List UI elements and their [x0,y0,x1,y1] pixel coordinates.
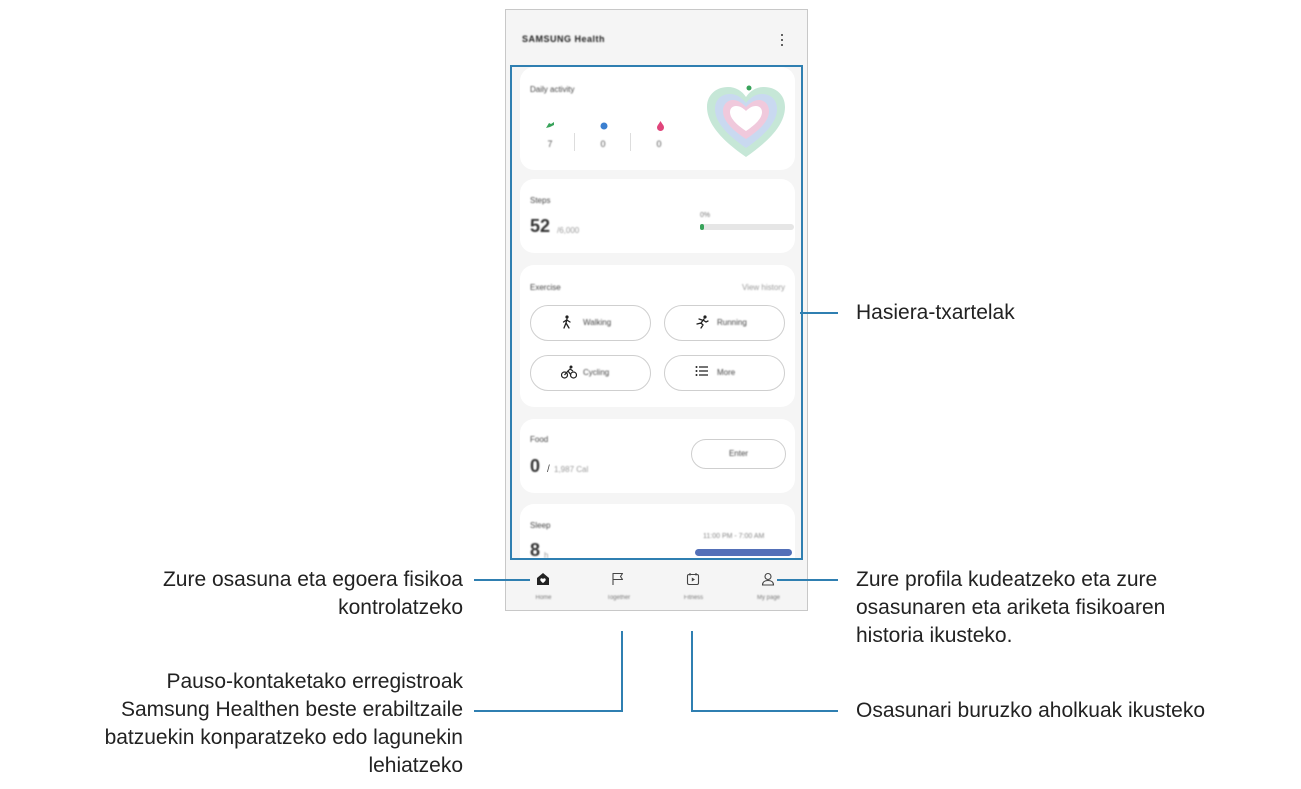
callout-together-line: Samsung Healthen beste erabiltzaile [120,698,463,721]
callout-fitness: Osasunari buruzko aholkuak ikusteko [856,697,1205,725]
callout-home-cards-text: Hasiera-txartelak [856,301,1015,324]
callout-profile: Zure profila kudeatzeko eta zure osasuna… [856,566,1165,650]
callout-home-cards: Hasiera-txartelak [856,299,1015,327]
callout-line-together [474,631,623,712]
callout-together-line: batzuekin konparatzeko edo lagunekin [104,726,463,749]
callout-together-line: Pauso-kontaketako erregistroak [166,670,464,693]
callout-home-line: Zure osasuna eta egoera fisikoa [162,568,463,591]
callout-profile-line: Zure profila kudeatzeko eta zure [856,568,1158,591]
callout-together-line: lehiatzeko [368,754,463,777]
callout-home-line: kontrolatzeko [338,596,463,619]
callout-fitness-text: Osasunari buruzko aholkuak ikusteko [856,699,1206,722]
callout-profile-line: osasunaren eta ariketa fisikoaren [856,596,1166,619]
callout-home: Zure osasuna eta egoera fisikoa kontrola… [163,566,463,622]
callout-together: Pauso-kontaketako erregistroak Samsung H… [105,668,463,780]
callout-profile-line: historia ikusteko. [856,624,1013,647]
callout-line-fitness [691,631,838,712]
